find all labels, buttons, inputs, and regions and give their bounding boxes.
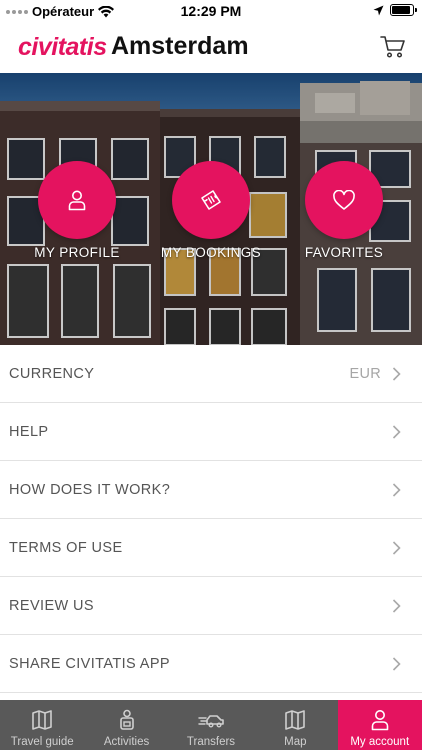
menu-item-share-app[interactable]: SHARE CIVITATIS APP <box>0 635 422 693</box>
tab-my-account[interactable]: My account <box>337 700 422 750</box>
my-bookings-button[interactable]: MY BOOKINGS <box>146 161 276 260</box>
menu-item-label: TERMS OF USE <box>9 539 123 556</box>
my-profile-circle[interactable] <box>38 161 116 239</box>
tab-label: Transfers <box>186 736 236 748</box>
map-book-icon <box>32 710 52 730</box>
status-bar: Opérateur 12:29 PM <box>0 0 422 22</box>
chevron-right-icon <box>392 599 401 613</box>
chevron-right-icon <box>392 483 401 497</box>
account-menu: CURRENCY EUR HELP HOW DOES IT WORK? TERM… <box>0 345 422 693</box>
tab-label: Travel guide <box>10 736 74 748</box>
battery-icon <box>390 4 417 16</box>
brand-logo: civitatis <box>18 33 107 61</box>
user-icon <box>68 190 86 211</box>
chevron-right-icon <box>392 367 401 381</box>
favorites-button[interactable]: FAVORITES <box>279 161 409 260</box>
favorites-label: FAVORITES <box>304 245 384 260</box>
my-profile-label: MY PROFILE <box>34 245 120 260</box>
battery-fill <box>392 6 410 14</box>
tab-bar: Travel guide Activities Transfers Map My… <box>0 700 422 750</box>
favorites-circle[interactable] <box>305 161 383 239</box>
menu-item-help[interactable]: HELP <box>0 403 422 461</box>
status-right <box>373 4 417 16</box>
tab-label: Map <box>284 736 307 748</box>
tab-travel-guide[interactable]: Travel guide <box>0 700 84 750</box>
tab-activities[interactable]: Activities <box>84 700 168 750</box>
page-title: Amsterdam <box>111 32 249 60</box>
menu-item-label: SHARE CIVITATIS APP <box>9 655 170 672</box>
user-icon <box>371 710 389 731</box>
menu-item-currency[interactable]: CURRENCY EUR <box>0 345 422 403</box>
app-header: civitatis Amsterdam <box>0 22 422 72</box>
currency-value: EUR <box>349 365 381 382</box>
activities-icon <box>119 709 134 730</box>
menu-item-label: CURRENCY <box>9 365 95 382</box>
chevron-right-icon <box>392 657 401 671</box>
cart-icon[interactable] <box>380 35 406 59</box>
menu-item-how-it-works[interactable]: HOW DOES IT WORK? <box>0 461 422 519</box>
location-arrow-icon <box>373 5 384 15</box>
menu-item-label: HELP <box>9 423 49 440</box>
tab-transfers[interactable]: Transfers <box>169 700 253 750</box>
my-bookings-label: MY BOOKINGS <box>160 245 262 260</box>
chevron-right-icon <box>392 541 401 555</box>
menu-item-terms-of-use[interactable]: TERMS OF USE <box>0 519 422 577</box>
tab-map[interactable]: Map <box>253 700 337 750</box>
tab-label: Activities <box>103 736 150 748</box>
map-icon <box>285 710 306 730</box>
status-time: 12:29 PM <box>180 3 242 19</box>
heart-icon <box>333 189 355 210</box>
transfer-car-icon <box>198 715 224 728</box>
menu-item-review-us[interactable]: REVIEW US <box>0 577 422 635</box>
tab-label: My account <box>350 736 410 748</box>
ticket-icon <box>201 190 221 210</box>
chevron-right-icon <box>392 425 401 439</box>
menu-item-label: HOW DOES IT WORK? <box>9 481 171 498</box>
hero-banner: MY PROFILE MY BOOKINGS FAVORITES <box>0 73 422 345</box>
my-bookings-circle[interactable] <box>172 161 250 239</box>
menu-item-label: REVIEW US <box>9 597 94 614</box>
my-profile-button[interactable]: MY PROFILE <box>12 161 142 260</box>
